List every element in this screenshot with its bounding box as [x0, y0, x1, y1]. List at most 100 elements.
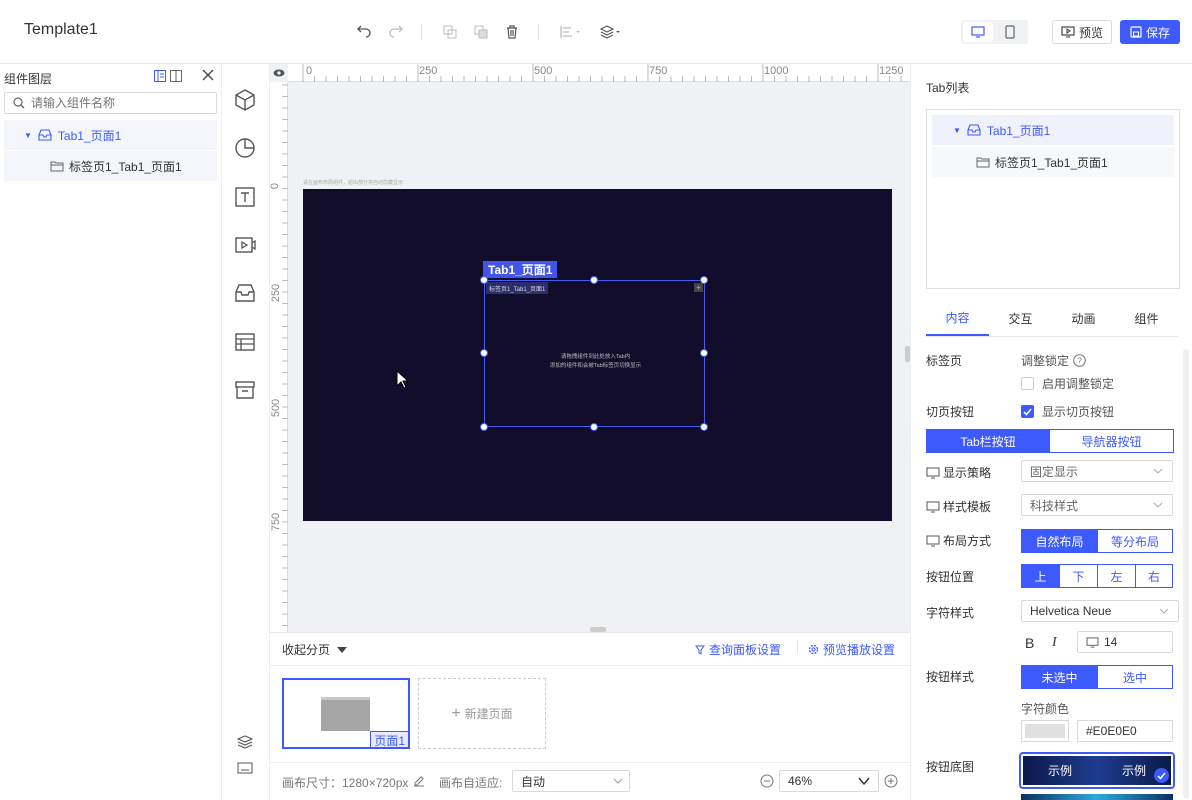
save-label: 保存 — [1145, 25, 1170, 40]
ruler-top: 0 250 500 750 1000 1250 — [288, 64, 910, 82]
resize-handle[interactable] — [480, 276, 488, 284]
tab-interaction[interactable]: 交互 — [989, 301, 1052, 336]
page-thumbnail[interactable]: 页面1 — [282, 678, 410, 749]
layers-icon[interactable] — [232, 729, 258, 755]
unselected-style-option[interactable]: 未选中 — [1021, 665, 1098, 689]
tab-placeholder-line1: 请拖拽组件到此处放入Tab内 — [560, 354, 631, 360]
form-icon[interactable] — [232, 329, 258, 355]
equal-layout-option[interactable]: 等分布局 — [1098, 529, 1173, 553]
pie-chart-icon[interactable] — [232, 135, 258, 161]
enable-lock-checkbox[interactable]: 启用调整锁定 — [1021, 375, 1114, 392]
position-bottom-option[interactable]: 下 — [1060, 564, 1098, 588]
playback-settings[interactable]: 预览播放设置 — [808, 641, 895, 658]
paste-icon[interactable] — [471, 22, 491, 42]
chevron-down-icon — [858, 777, 870, 786]
layers-order-icon[interactable] — [598, 22, 624, 42]
position-left-option[interactable]: 左 — [1098, 564, 1136, 588]
tab-list-tree: ▼ Tab1_页面1 标签页1_Tab1_页面1 — [926, 109, 1180, 289]
checkbox-unchecked[interactable] — [1021, 377, 1034, 390]
show-switch-checkbox[interactable]: 显示切页按钮 — [1021, 403, 1114, 420]
position-top-option[interactable]: 上 — [1021, 564, 1060, 588]
tab-list-item[interactable]: ▼ Tab1_页面1 — [932, 115, 1174, 145]
navigator-button-option[interactable]: 导航器按钮 — [1050, 429, 1174, 453]
bold-button[interactable]: B — [1025, 635, 1034, 651]
save-button[interactable]: 保存 — [1120, 20, 1180, 44]
inner-tab-button[interactable]: 标签页1_Tab1_页面1 — [486, 282, 549, 294]
close-icon[interactable] — [202, 69, 216, 83]
panel-scrollbar[interactable] — [1183, 349, 1189, 799]
undo-icon[interactable] — [354, 22, 374, 42]
gear-icon — [808, 644, 819, 655]
font-family-select[interactable]: Helvetica Neue — [1021, 600, 1179, 622]
layout-label: 布局方式 — [943, 534, 992, 548]
query-panel-settings[interactable]: 查询面板设置 — [695, 641, 781, 658]
resize-handle[interactable] — [480, 423, 488, 431]
canvas-area[interactable]: 0 250 500 750 1000 1250 0 250 500 750 请在… — [270, 64, 910, 632]
button-type-segment: Tab栏按钮 导航器按钮 — [926, 429, 1174, 453]
layer-item-tab1[interactable]: ▼ Tab1_页面1 — [4, 120, 217, 150]
button-bg-option[interactable]: 示例 示例 — [1019, 752, 1175, 789]
canvas-adapt-select[interactable]: 自动 — [512, 770, 630, 792]
display-strategy-select[interactable]: 固定显示 — [1021, 460, 1173, 482]
resize-handle[interactable] — [590, 276, 598, 284]
collapse-all-icon[interactable] — [170, 70, 182, 82]
resize-handle[interactable] — [480, 349, 488, 357]
caret-down-icon[interactable]: ▼ — [953, 126, 961, 135]
resize-handle[interactable] — [590, 423, 598, 431]
copy-icon[interactable] — [440, 22, 460, 42]
text-icon[interactable] — [232, 184, 258, 210]
redo-icon[interactable] — [386, 22, 406, 42]
tab-list-item[interactable]: 标签页1_Tab1_页面1 — [932, 147, 1174, 177]
app-title: Template1 — [24, 21, 98, 38]
mobile-view-button[interactable] — [995, 22, 1025, 42]
delete-icon[interactable] — [502, 22, 522, 42]
font-color-swatch[interactable] — [1021, 720, 1069, 742]
selected-style-option[interactable]: 选中 — [1098, 665, 1173, 689]
preview-button[interactable]: 预览 — [1052, 20, 1112, 44]
archive-icon[interactable] — [232, 377, 258, 403]
tab-animation[interactable]: 动画 — [1052, 301, 1115, 336]
zoom-in-icon[interactable] — [884, 774, 898, 788]
expand-all-icon[interactable] — [154, 70, 166, 82]
media-icon[interactable] — [232, 232, 258, 258]
tab-component[interactable]: 组件 — [1115, 301, 1178, 336]
keyboard-icon[interactable] — [232, 755, 258, 781]
caret-down-icon[interactable]: ▼ — [24, 131, 32, 140]
properties-tabs: 内容 交互 动画 组件 — [926, 301, 1178, 337]
chevron-down-icon — [1159, 608, 1169, 614]
italic-button[interactable]: I — [1052, 635, 1057, 651]
style-template-select[interactable]: 科技样式 — [1021, 494, 1173, 516]
add-tab-icon[interactable]: + — [694, 283, 703, 292]
tab-widget[interactable]: 标签页1_Tab1_页面1 + 请拖拽组件到此处放入Tab内 添加的组件和会被T… — [484, 280, 705, 427]
layer-search-input[interactable] — [4, 92, 217, 114]
natural-layout-option[interactable]: 自然布局 — [1021, 529, 1098, 553]
font-size-input[interactable]: 14 — [1077, 631, 1173, 653]
checkbox-checked-icon[interactable] — [1021, 405, 1034, 418]
position-right-option[interactable]: 右 — [1136, 564, 1173, 588]
resize-handle[interactable] — [700, 276, 708, 284]
resize-handle[interactable] — [700, 423, 708, 431]
layer-item-tabpage[interactable]: 标签页1_Tab1_页面1 — [4, 151, 217, 181]
container-icon[interactable] — [232, 280, 258, 306]
divider — [797, 640, 798, 654]
button-style-label: 按钮样式 — [926, 670, 975, 684]
resize-handle[interactable] — [700, 349, 708, 357]
collapse-pages-toggle[interactable]: 收起分页 — [282, 641, 348, 658]
tabbar-button-option[interactable]: Tab栏按钮 — [926, 429, 1050, 453]
tab-content[interactable]: 内容 — [926, 301, 989, 336]
zoom-select[interactable]: 46% — [779, 770, 879, 792]
cube-icon[interactable] — [232, 87, 258, 113]
desktop-view-button[interactable] — [963, 22, 993, 42]
zoom-out-icon[interactable] — [760, 774, 774, 788]
eye-icon[interactable] — [273, 67, 285, 79]
zoom-value: 46% — [788, 774, 813, 788]
button-bg-option-2[interactable] — [1021, 794, 1173, 800]
layer-search-field[interactable] — [31, 96, 211, 110]
align-icon[interactable] — [558, 22, 584, 42]
canvas-stage[interactable]: Tab1_页面1 标签页1_Tab1_页面1 + 请拖拽组件到此处放入Tab内 … — [303, 189, 892, 521]
new-page-button[interactable]: + 新建页面 — [418, 678, 546, 749]
edit-icon[interactable] — [413, 775, 425, 787]
help-icon[interactable]: ? — [1073, 354, 1086, 367]
display-strategy-row: 显示策略 — [926, 464, 991, 481]
font-color-input[interactable]: #E0E0E0 — [1077, 720, 1173, 742]
